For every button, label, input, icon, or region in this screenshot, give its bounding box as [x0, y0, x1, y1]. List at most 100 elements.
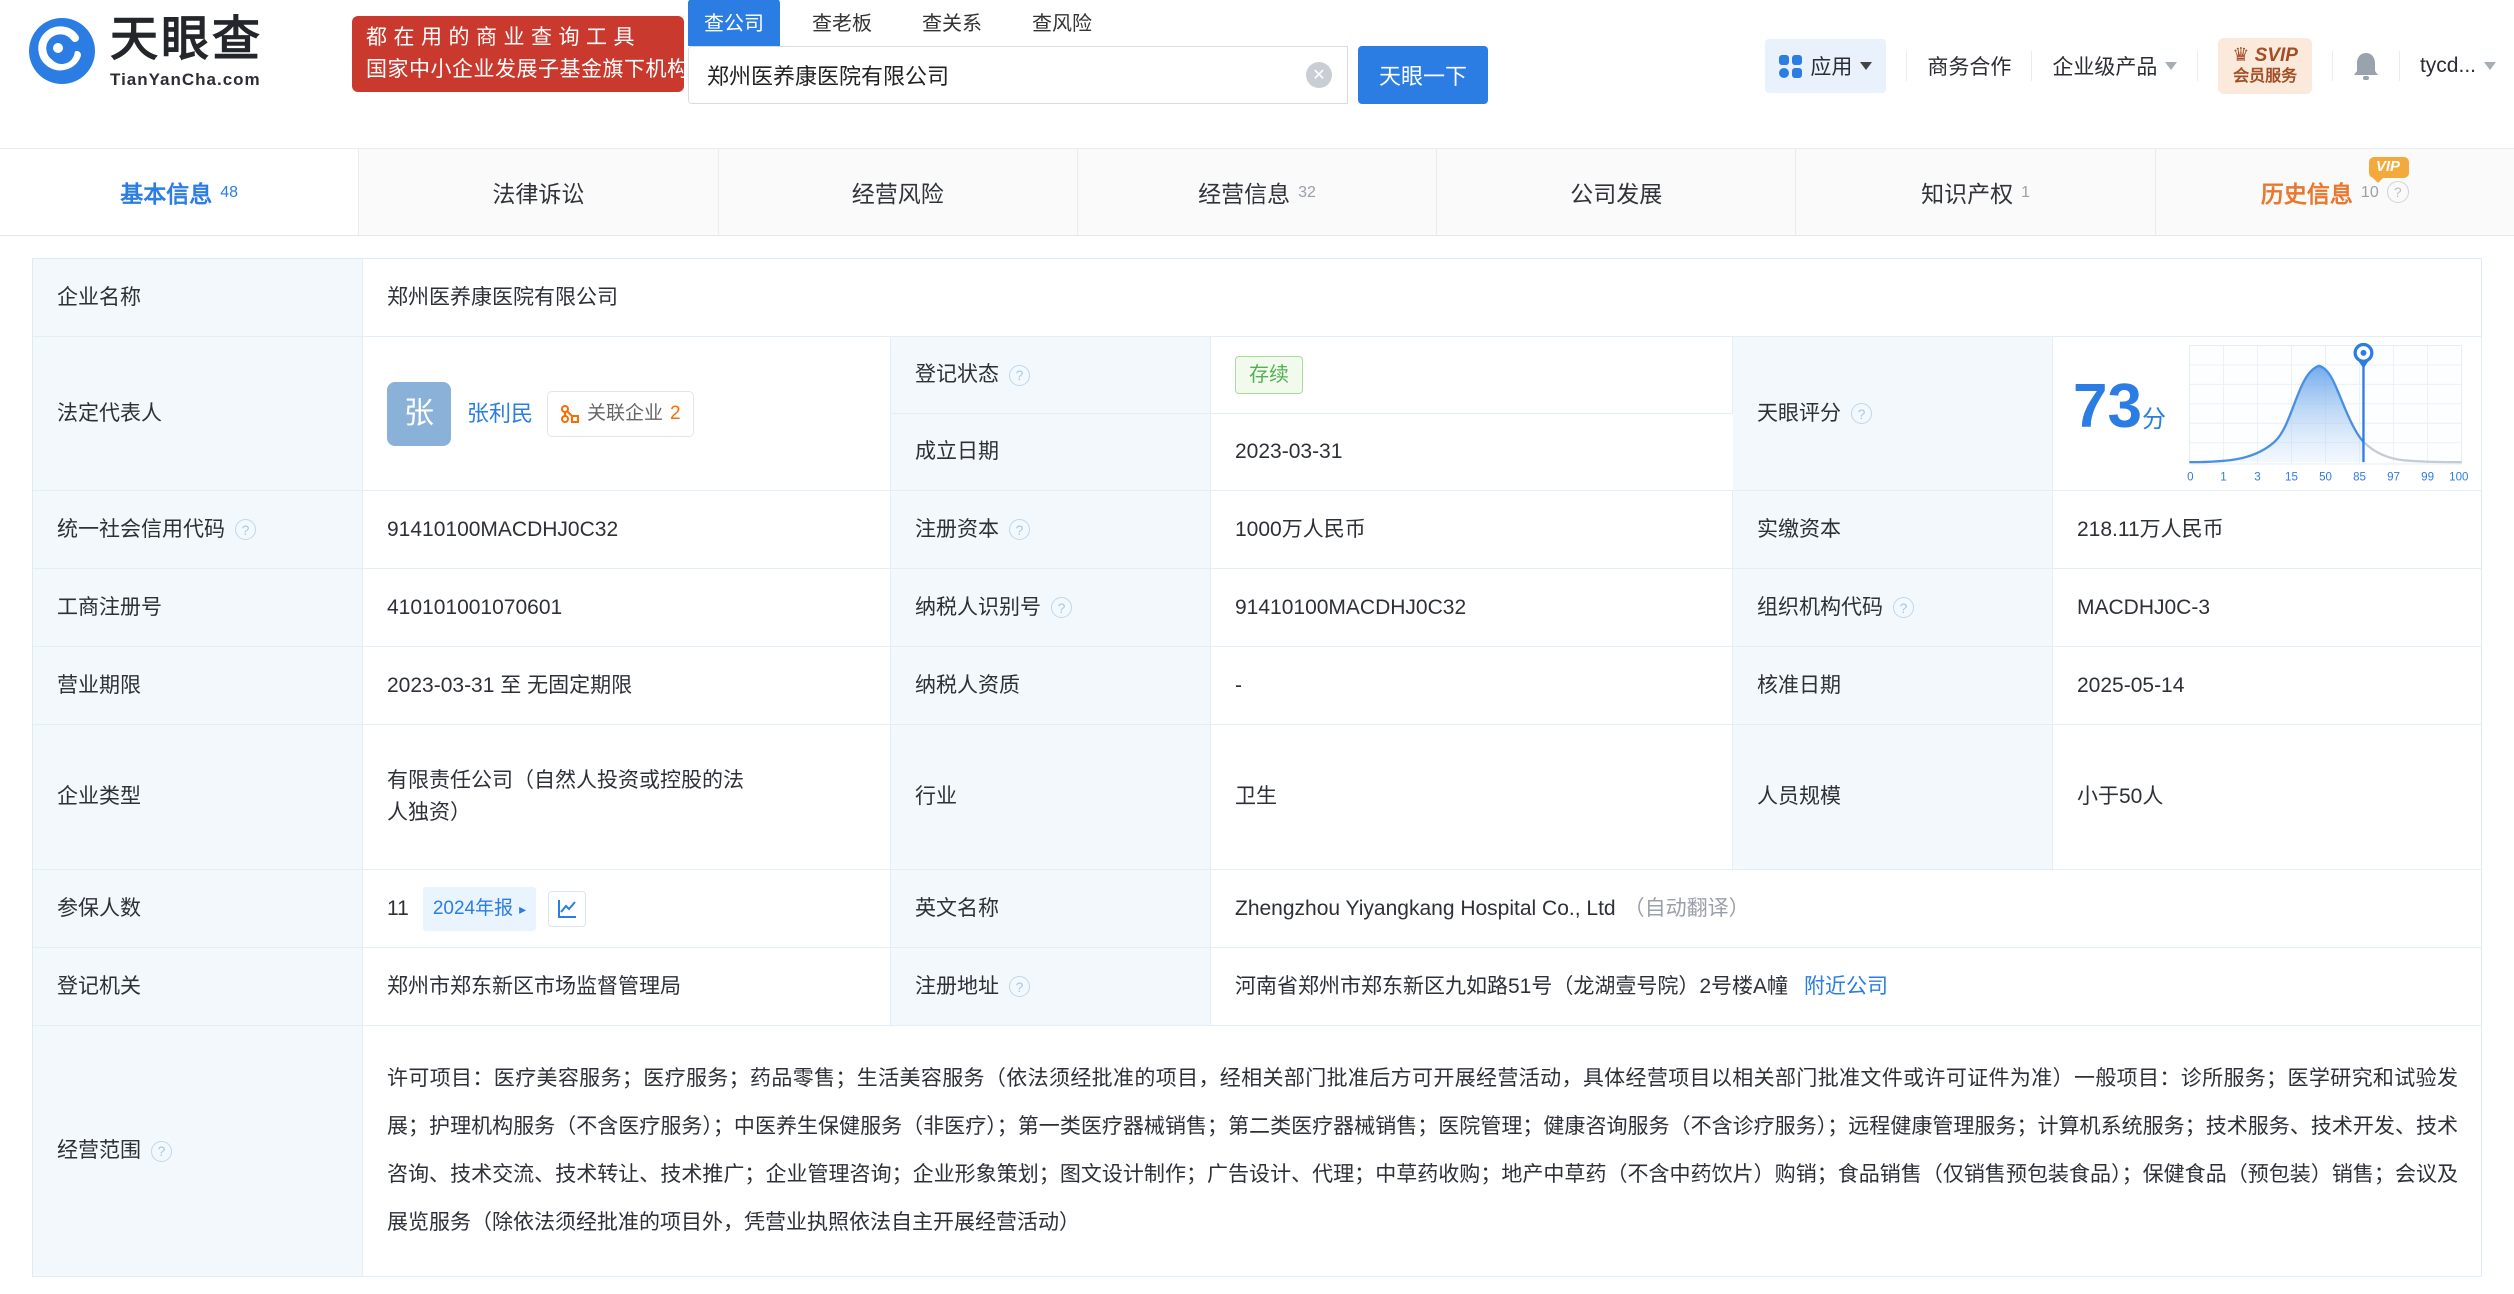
reg-number-value: 410101001070601 [363, 569, 891, 647]
chevron-down-icon [2484, 62, 2496, 70]
nav-enterprise-label: 企业级产品 [2052, 56, 2158, 79]
svg-text:100: 100 [2449, 471, 2468, 483]
org-code-label: 组织机构代码? [1733, 569, 2053, 647]
nav-divider [2197, 51, 2199, 81]
insured-value: 11 2024年报 ▸ [363, 870, 891, 948]
search-tabs: 查公司 查老板 查关系 查风险 [688, 0, 1488, 46]
legal-rep-name-link[interactable]: 张利民 [467, 398, 533, 430]
line-chart-icon [558, 899, 577, 918]
legal-rep-avatar[interactable]: 张 [387, 381, 451, 446]
svg-text:97: 97 [2387, 471, 2400, 483]
english-name-label: 英文名称 [891, 870, 1211, 948]
tab-operation-info[interactable]: 经营信息 32 [1078, 149, 1438, 235]
help-icon[interactable]: ? [151, 1140, 172, 1162]
industry-value: 卫生 [1211, 725, 1733, 870]
english-name-value: Zhengzhou Yiyangkang Hospital Co., Ltd （… [1211, 870, 2482, 948]
help-icon[interactable]: ? [1851, 403, 1872, 424]
annual-report-badge[interactable]: 2024年报 ▸ [422, 886, 537, 931]
chevron-down-icon [1860, 62, 1873, 70]
arrow-right-icon: ▸ [519, 900, 527, 917]
tab-label: 法律诉讼 [492, 181, 585, 207]
reg-authority-label: 登记机关 [33, 948, 363, 1026]
insured-count: 11 [387, 896, 409, 920]
tab-basic-info[interactable]: 基本信息 48 [0, 149, 360, 235]
section-tabbar: 基本信息 48 法律诉讼 经营风险 经营信息 32 公司发展 知识产权 1 VI… [0, 148, 2514, 236]
help-icon[interactable]: ? [1009, 976, 1030, 997]
user-menu[interactable]: tycd... [2420, 54, 2496, 78]
taxpayer-quality-value: - [1211, 647, 1733, 725]
approve-date-value: 2025-05-14 [2053, 647, 2482, 725]
logo-title: 天眼查 [110, 13, 264, 66]
help-icon[interactable]: ? [2386, 181, 2409, 203]
help-icon[interactable]: ? [1009, 364, 1030, 386]
business-scope-text: 许可项目：医疗美容服务；医疗服务；药品零售；生活美容服务（依法须经批准的项目，经… [387, 1067, 2458, 1234]
tab-label: 公司发展 [1570, 181, 1663, 207]
status-badge: 存续 [1235, 356, 1303, 394]
company-name-value: 郑州医养康医院有限公司 [363, 259, 2482, 337]
tab-company-development[interactable]: 公司发展 [1437, 149, 1797, 235]
svg-text:3: 3 [2254, 471, 2260, 483]
trend-chart-button[interactable] [548, 890, 587, 927]
header-nav: 应用 商务合作 企业级产品 ♛ SVIP 会员服务 tycd... [1765, 38, 2496, 94]
svip-label: ♛ SVIP [2232, 45, 2298, 66]
tab-label: 知识产权 [1921, 181, 2014, 207]
logo-swirl-icon [29, 18, 95, 84]
tab-legal-litigation[interactable]: 法律诉讼 [359, 149, 719, 235]
promo-banner: 都在用的商业查询工具 国家中小企业发展子基金旗下机构 [352, 16, 688, 92]
taxpayer-id-value: 91410100MACDHJ0C32 [1211, 569, 1733, 647]
chevron-down-icon [2165, 62, 2178, 70]
help-icon[interactable]: ? [1051, 597, 1072, 618]
tab-count: 1 [2021, 184, 2030, 201]
help-icon[interactable]: ? [235, 519, 256, 540]
tianyancha-logo[interactable]: 天眼查 TianYanCha.com [28, 12, 263, 90]
reg-capital-value: 1000万人民币 [1211, 491, 1733, 569]
search-input-wrap: ✕ [688, 46, 1348, 104]
reg-address-label: 注册地址? [891, 948, 1211, 1026]
table-row: 企业名称 郑州医养康医院有限公司 [33, 259, 2482, 337]
establish-date-label: 成立日期 [891, 414, 1211, 491]
help-icon[interactable]: ? [1009, 519, 1030, 540]
help-icon[interactable]: ? [1893, 597, 1914, 618]
business-scope-value: 许可项目：医疗美容服务；医疗服务；药品零售；生活美容服务（依法须经批准的项目，经… [363, 1026, 2482, 1277]
page-header: 天眼查 TianYanCha.com 都在用的商业查询工具 国家中小企业发展子基… [0, 0, 2514, 120]
search-button[interactable]: 天眼一下 [1358, 46, 1488, 104]
svg-text:50: 50 [2319, 471, 2332, 483]
search-tab-boss[interactable]: 查老板 [810, 7, 874, 46]
apps-grid-icon [1779, 54, 1803, 78]
svg-text:1: 1 [2220, 471, 2226, 483]
reg-status-value: 存续 [1211, 337, 1733, 414]
search-tab-risk[interactable]: 查风险 [1030, 7, 1094, 46]
svg-text:85: 85 [2353, 471, 2366, 483]
reg-address-value: 河南省郑州市郑东新区九如路51号（龙湖壹号院）2号楼A幢 附近公司 [1211, 948, 2482, 1026]
search-tab-relation[interactable]: 查关系 [920, 7, 984, 46]
clear-icon[interactable]: ✕ [1306, 62, 1332, 88]
reg-capital-label: 注册资本? [891, 491, 1211, 569]
apps-menu[interactable]: 应用 [1765, 39, 1887, 93]
business-term-label: 营业期限 [33, 647, 363, 725]
username: tycd... [2419, 54, 2476, 77]
table-row: 工商注册号 410101001070601 纳税人识别号? 91410100MA… [33, 569, 2482, 647]
nav-cooperation[interactable]: 商务合作 [1927, 51, 2011, 81]
notification-bell-icon[interactable] [2353, 51, 2379, 81]
tab-operation-risk[interactable]: 经营风险 [719, 149, 1078, 235]
tab-history-info[interactable]: VIP 历史信息 10 ? [2156, 149, 2514, 235]
reg-number-label: 工商注册号 [33, 569, 363, 647]
nav-enterprise[interactable]: 企业级产品 [2052, 51, 2178, 81]
nearby-companies-link[interactable]: 附近公司 [1804, 971, 1888, 1003]
svip-member-button[interactable]: ♛ SVIP 会员服务 [2218, 38, 2312, 94]
related-companies-badge[interactable]: 关联企业 2 [547, 390, 694, 437]
logo-domain: TianYanCha.com [110, 70, 261, 89]
industry-label: 行业 [891, 725, 1211, 870]
svg-text:15: 15 [2285, 471, 2298, 483]
nav-divider [2331, 51, 2333, 81]
table-row: 统一社会信用代码? 91410100MACDHJ0C32 注册资本? 1000万… [33, 491, 2482, 569]
table-row: 法定代表人 张 张利民 关联企业 2 登记状态? 存续 天眼评分? 73分 0 … [33, 337, 2482, 491]
search-tab-company[interactable]: 查公司 [688, 0, 780, 46]
logo-text: 天眼查 TianYanCha.com [110, 12, 263, 90]
tab-intellectual-property[interactable]: 知识产权 1 [1796, 149, 2156, 235]
vip-badge: VIP [2368, 157, 2410, 183]
company-type-value: 有限责任公司（自然人投资或控股的法人独资） [363, 725, 891, 870]
reg-status-label: 登记状态? [891, 337, 1211, 414]
search-input[interactable] [688, 46, 1348, 104]
tab-count: 48 [220, 184, 239, 201]
